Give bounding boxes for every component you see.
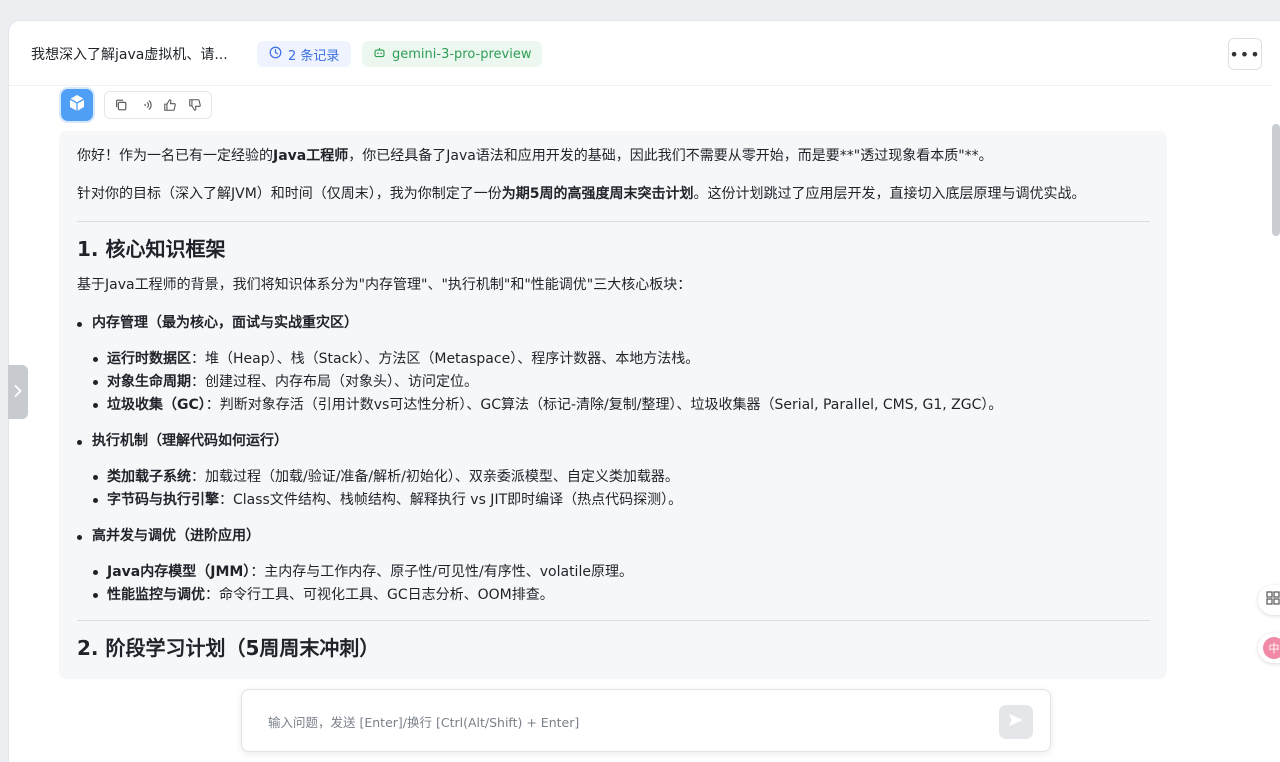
send-icon [1006,710,1026,734]
list-item: Java内存模型（JMM）：主内存与工作内存、原子性/可见性/有序性、volat… [93,561,1150,584]
list-item: 性能监控与调优：命令行工具、可视化工具、GC日志分析、OOM排查。 [93,584,1150,607]
more-options-button[interactable]: ••• [1228,38,1262,70]
cube-icon [67,93,87,117]
assistant-badge-icon: 中 [1263,637,1280,659]
chat-input[interactable]: 输入问题，发送 [Enter]/换行 [Ctrl(Alt/Shift) + En… [268,712,579,731]
chat-input-box[interactable]: 输入问题，发送 [Enter]/换行 [Ctrl(Alt/Shift) + En… [241,689,1051,752]
list-item: 类加载子系统：加载过程（加载/验证/准备/解析/初始化）、双亲委派模型、自定义类… [93,466,1150,489]
chat-window: 我想深入了解java虚拟机、请... 2 条记录 gemini-3-pro-pr… [8,20,1280,762]
chevron-right-icon [13,383,23,402]
message-actions [104,91,212,119]
send-button[interactable] [999,705,1033,739]
robot-icon [373,46,386,63]
list-item: 执行机制（理解代码如何运行） [77,430,1150,453]
grid-icon [1266,591,1280,609]
chat-header: 我想深入了解java虚拟机、请... 2 条记录 gemini-3-pro-pr… [9,21,1271,86]
list-item: 对象生命周期：创建过程、内存布局（对象头）、访问定位。 [93,371,1150,394]
list-item: 内存管理（最为核心，面试与实战重灾区） [77,312,1150,335]
assistant-message: 你好！作为一名已有一定经验的Java工程师，你已经具备了Java语法和应用开发的… [59,131,1167,679]
speaker-icon[interactable] [135,94,157,116]
plan-paragraph: 针对你的目标（深入了解JVM）和时间（仅周末），我为你制定了一份为期5周的高强度… [77,186,1086,202]
section-heading: 1. 核心知识框架 [77,237,226,261]
model-badge[interactable]: gemini-3-pro-preview [362,41,543,67]
section-heading: 2. 阶段学习计划（5周周末冲刺） [77,636,380,660]
list-item: 垃圾收集（GC）：判断对象存活（引用计数vs可达性分析）、GC算法（标记-清除/… [93,394,1150,417]
thumbs-down-icon[interactable] [184,94,206,116]
more-icon: ••• [1229,44,1261,64]
section-intro: 基于Java工程师的背景，我们将知识体系分为"内存管理"、"执行机制"和"性能调… [77,277,692,293]
conversation-title[interactable]: 我想深入了解java虚拟机、请... [31,44,228,64]
model-label: gemini-3-pro-preview [392,46,532,62]
copy-icon[interactable] [110,94,132,116]
list-item: 高并发与调优（进阶应用） [77,525,1150,548]
clock-icon [269,46,282,63]
list-item: 字节码与执行引擎：Class文件结构、栈帧结构、解释执行 vs JIT即时编译（… [93,489,1150,512]
sub-list: Java内存模型（JMM）：主内存与工作内存、原子性/可见性/有序性、volat… [77,561,1150,607]
assistant-avatar [61,89,93,121]
list-item: 运行时数据区：堆（Heap）、栈（Stack）、方法区（Metaspace）、程… [93,348,1150,371]
sub-list: 类加载子系统：加载过程（加载/验证/准备/解析/初始化）、双亲委派模型、自定义类… [77,466,1150,512]
scrollbar[interactable] [1272,124,1280,236]
records-badge[interactable]: 2 条记录 [257,41,352,67]
thumbs-up-icon[interactable] [159,94,181,116]
sub-list: 运行时数据区：堆（Heap）、栈（Stack）、方法区（Metaspace）、程… [77,348,1150,417]
records-label: 2 条记录 [288,48,340,64]
floating-tool-button[interactable] [1258,585,1280,615]
divider [77,221,1150,222]
sidebar-toggle[interactable] [8,365,28,419]
divider [77,620,1150,621]
intro-paragraph: 你好！作为一名已有一定经验的Java工程师，你已经具备了Java语法和应用开发的… [77,148,993,164]
floating-assistant-button[interactable]: 中 [1258,633,1280,663]
